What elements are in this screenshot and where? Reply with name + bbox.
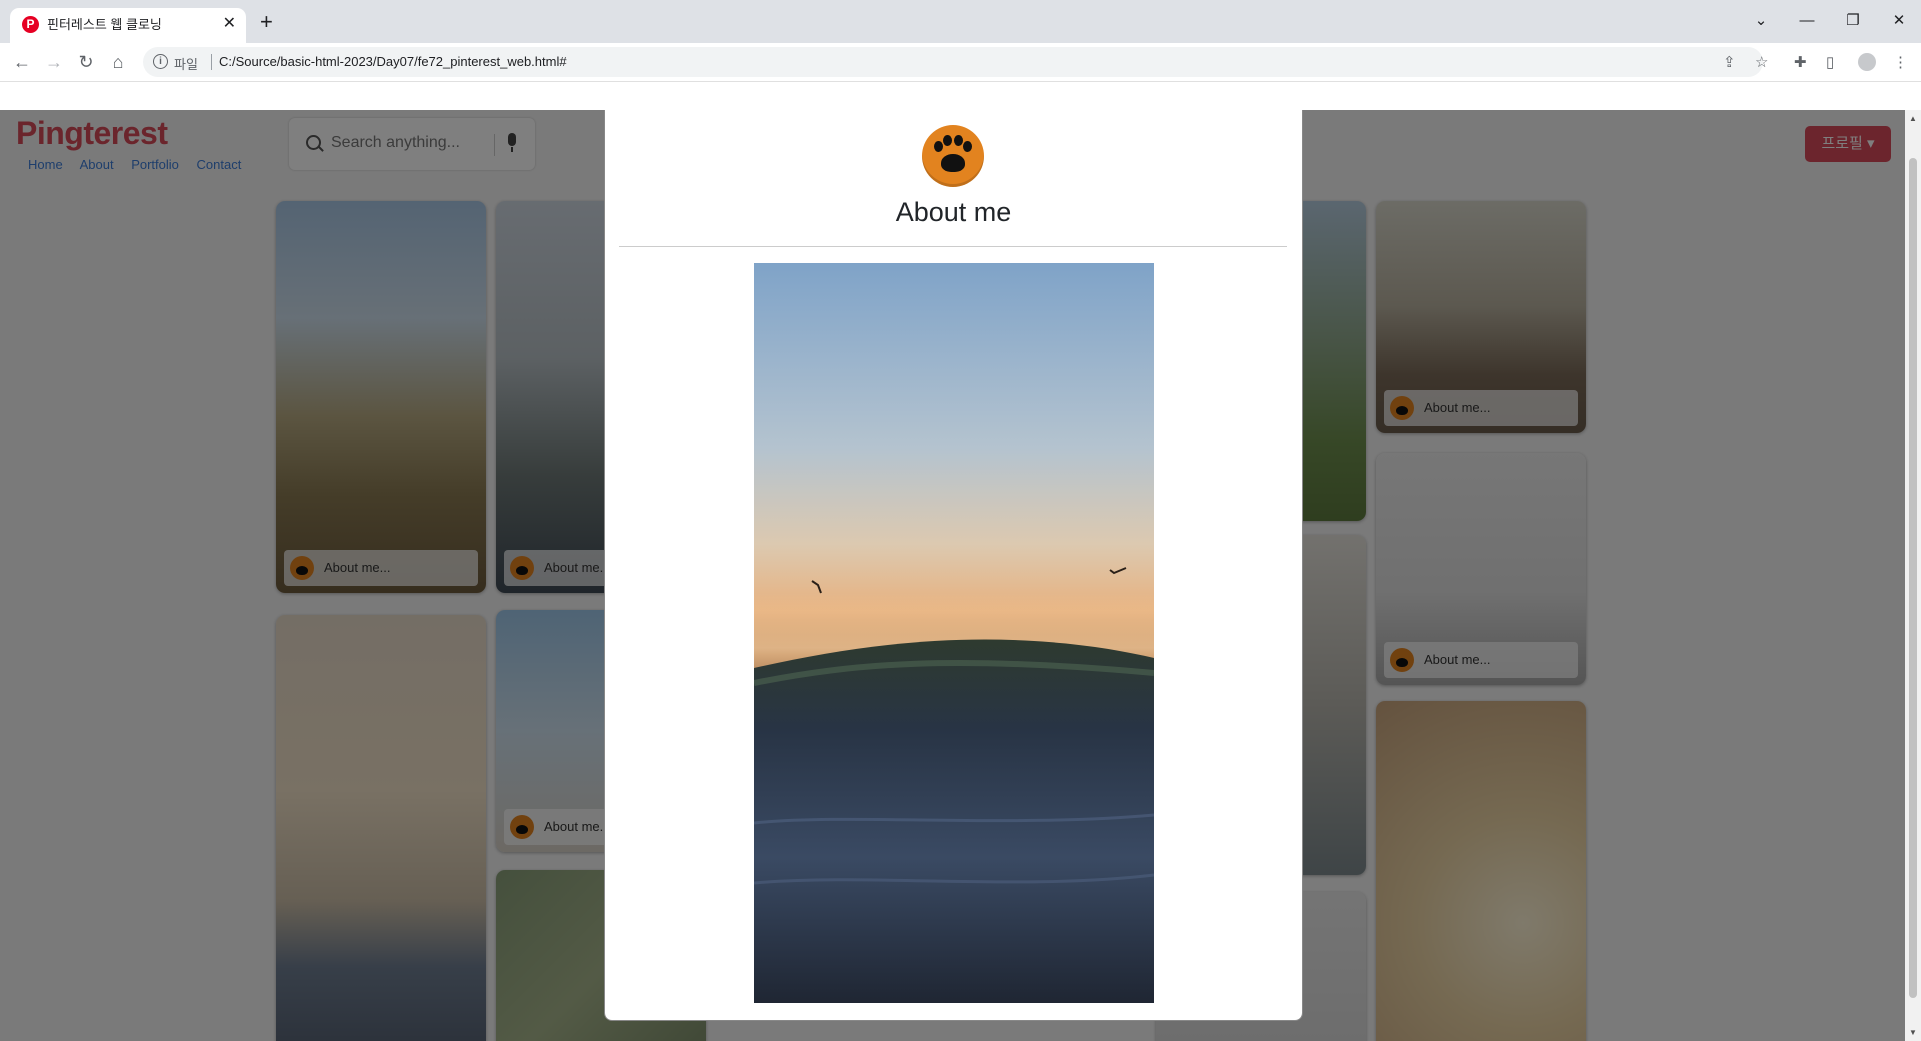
back-arrow-icon[interactable]: ← bbox=[9, 49, 35, 75]
paw-icon bbox=[922, 125, 984, 187]
new-tab-button[interactable]: + bbox=[260, 11, 273, 33]
browser-tab[interactable]: P 핀터레스트 웹 클로닝 ✕ bbox=[10, 8, 246, 43]
url-scheme-label: 파일 bbox=[174, 57, 198, 72]
modal-title: About me bbox=[895, 197, 1012, 227]
about-me-modal: About me bbox=[604, 110, 1303, 1021]
url-text[interactable]: C:/Source/basic-html-2023/Day07/fe72_pin… bbox=[219, 54, 567, 69]
extensions-icon[interactable]: ✚ bbox=[1794, 55, 1807, 70]
minimize-button[interactable]: — bbox=[1784, 8, 1830, 34]
scroll-down-icon[interactable]: ▼ bbox=[1905, 1028, 1921, 1037]
paw-toe bbox=[954, 135, 963, 146]
site-info-icon[interactable]: i bbox=[153, 54, 168, 69]
browser-tab-strip: P 핀터레스트 웹 클로닝 ✕ + ⌄ — ❐ ✕ bbox=[0, 0, 1921, 43]
home-icon[interactable]: ⌂ bbox=[105, 49, 131, 75]
restore-button[interactable]: ❐ bbox=[1830, 8, 1876, 34]
url-separator bbox=[211, 54, 212, 70]
window-close-button[interactable]: ✕ bbox=[1876, 8, 1921, 34]
share-icon[interactable]: ⇪ bbox=[1723, 55, 1736, 70]
sunset-ocean-wave-photo bbox=[754, 263, 1154, 1003]
menu-icon[interactable]: ⋮ bbox=[1893, 55, 1908, 70]
reload-icon[interactable]: ↻ bbox=[73, 49, 99, 75]
profile-icon[interactable] bbox=[1858, 53, 1876, 71]
forward-arrow-icon[interactable]: → bbox=[41, 49, 67, 75]
tab-close-icon[interactable]: ✕ bbox=[223, 15, 236, 33]
pinterest-favicon-icon: P bbox=[22, 16, 39, 33]
paw-pad bbox=[941, 154, 965, 172]
address-bar[interactable]: i 파일 C:/Source/basic-html-2023/Day07/fe7… bbox=[143, 47, 1763, 77]
paw-toe bbox=[934, 141, 943, 152]
tab-title: 핀터레스트 웹 클로닝 bbox=[47, 17, 162, 32]
paw-toe bbox=[963, 141, 972, 152]
star-icon[interactable]: ☆ bbox=[1755, 55, 1768, 70]
scroll-up-icon[interactable]: ▲ bbox=[1905, 114, 1921, 123]
paw-toe bbox=[943, 135, 952, 146]
scrollbar-thumb[interactable] bbox=[1909, 158, 1917, 998]
tab-search-icon[interactable]: ⌄ bbox=[1738, 8, 1784, 34]
page-scrollbar[interactable]: ▲ ▼ bbox=[1905, 110, 1921, 1041]
browser-toolbar: ← → ↻ ⌂ i 파일 C:/Source/basic-html-2023/D… bbox=[0, 43, 1921, 82]
side-panel-icon[interactable]: ▯ bbox=[1826, 55, 1834, 70]
modal-divider bbox=[619, 246, 1287, 247]
